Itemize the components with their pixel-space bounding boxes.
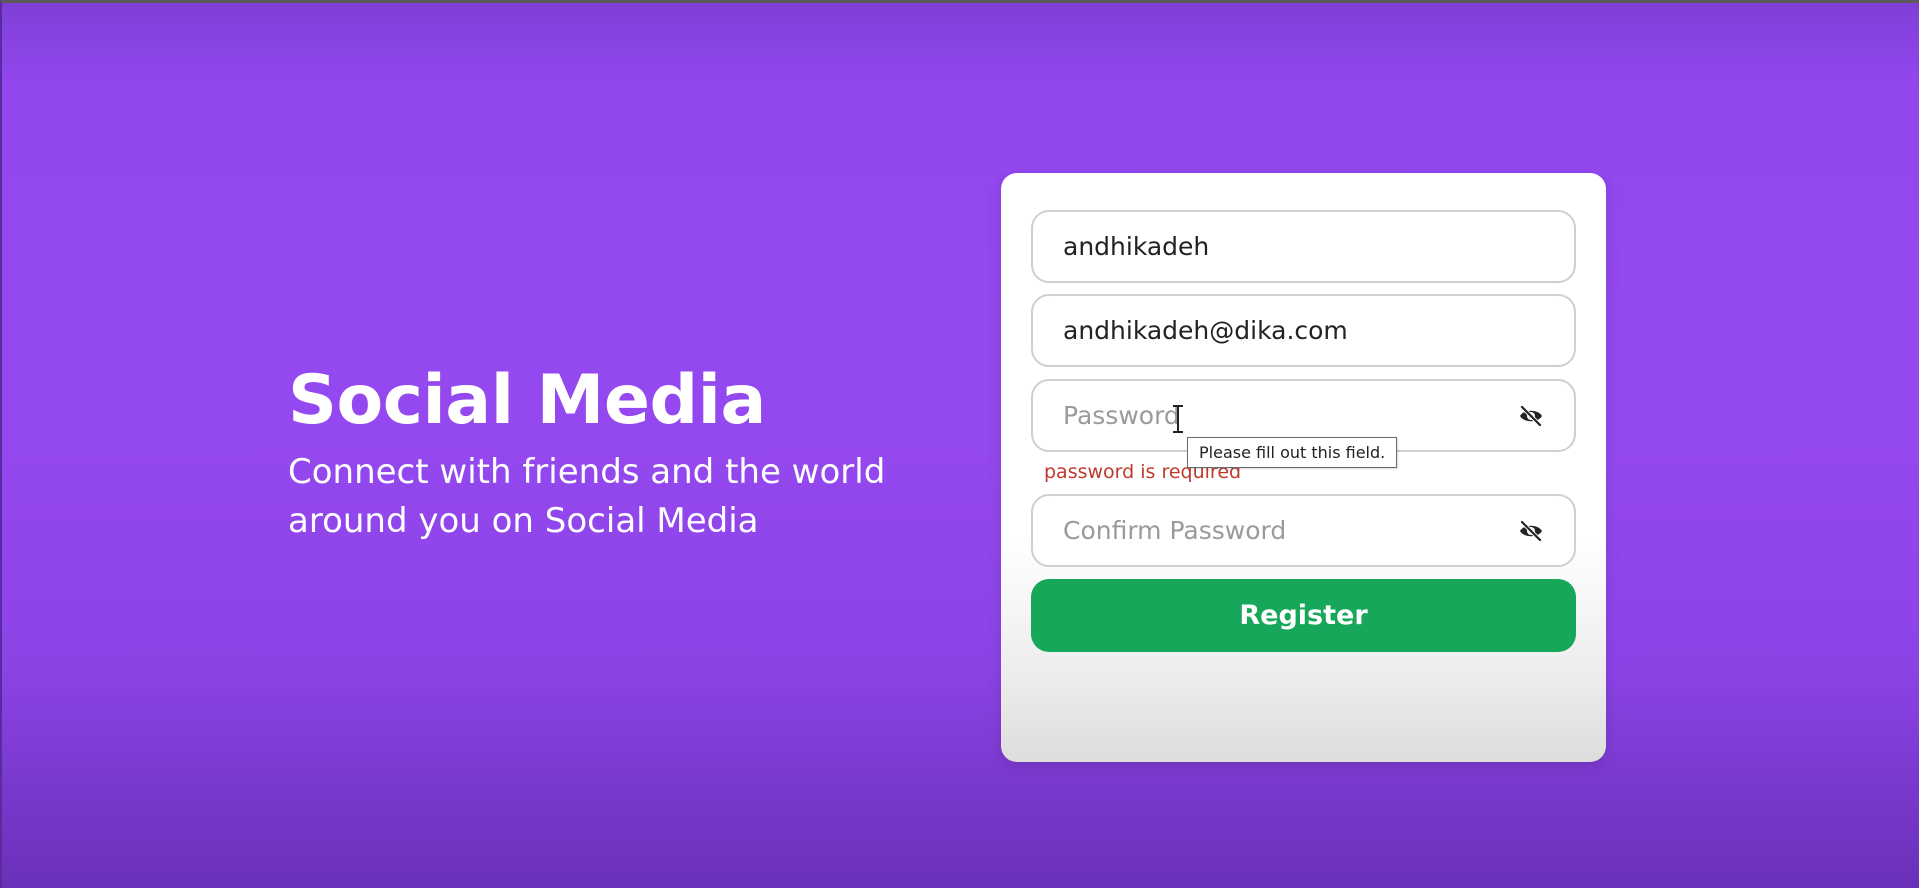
eye-slash-icon[interactable] xyxy=(1518,518,1544,544)
eye-slash-icon[interactable] xyxy=(1518,403,1544,429)
app-tagline: Connect with friends and the world aroun… xyxy=(288,448,908,546)
email-input[interactable] xyxy=(1033,296,1574,365)
email-field-wrapper xyxy=(1031,294,1576,367)
tagline-line-2: around you on Social Media xyxy=(288,501,759,541)
validation-tooltip: Please fill out this field. xyxy=(1187,437,1398,468)
text-cursor-icon xyxy=(1173,405,1183,433)
confirm-password-field-wrapper xyxy=(1031,494,1576,567)
username-input[interactable] xyxy=(1033,212,1574,281)
username-field-wrapper xyxy=(1031,210,1576,283)
app-title: Social Media xyxy=(288,361,766,440)
confirm-password-input[interactable] xyxy=(1033,496,1574,565)
hero-section: Social Media Connect with friends and th… xyxy=(288,356,908,546)
register-card: password is required Please fill out thi… xyxy=(1001,173,1606,762)
register-button[interactable]: Register xyxy=(1031,579,1576,652)
tagline-line-1: Connect with friends and the world xyxy=(288,452,886,492)
